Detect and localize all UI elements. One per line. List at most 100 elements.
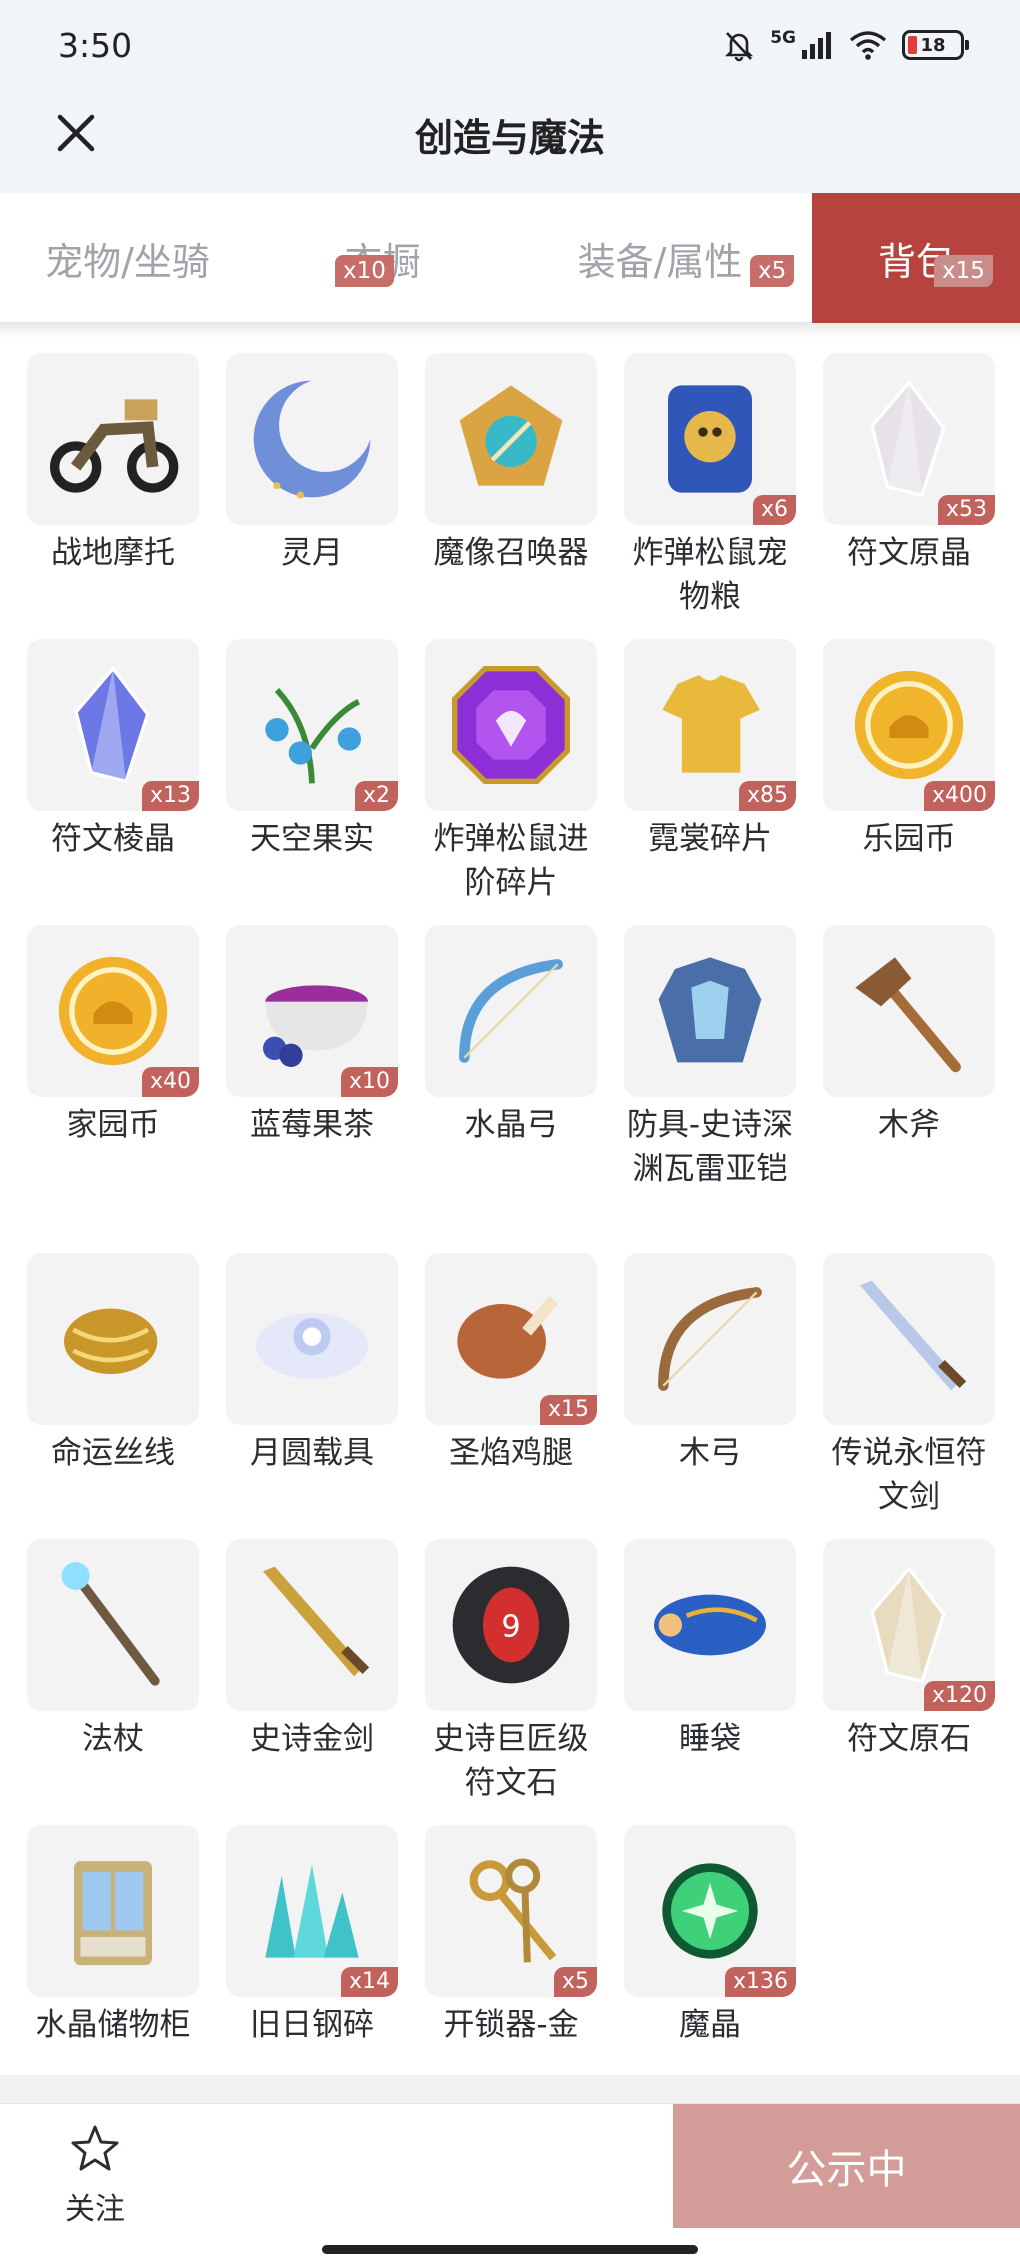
inventory-item[interactable]: 木弓 bbox=[621, 1253, 799, 1475]
sword-icon bbox=[839, 1269, 979, 1409]
item-thumbnail bbox=[27, 1253, 199, 1425]
item-name: 符文棱晶 bbox=[51, 821, 175, 857]
inventory-item[interactable]: x5 开锁器-金 bbox=[422, 1825, 600, 2047]
inventory-item[interactable]: x400 乐园币 bbox=[820, 639, 998, 861]
inventory-item[interactable]: 水晶储物柜 bbox=[24, 1825, 202, 2047]
status-icons: 5G 18 bbox=[722, 28, 969, 62]
ore-icon bbox=[844, 1560, 974, 1690]
footer-divider bbox=[0, 2075, 1020, 2103]
mute-bell-icon bbox=[725, 32, 754, 62]
inventory-item[interactable]: x53 符文原晶 bbox=[820, 353, 998, 575]
inventory-item[interactable]: 月圆载具 bbox=[223, 1253, 401, 1475]
tab-pets-mounts[interactable]: 宠物/坐骑 bbox=[0, 193, 255, 323]
inventory-item[interactable]: 睡袋 bbox=[621, 1539, 799, 1761]
item-name: 魔像召唤器 bbox=[433, 535, 589, 571]
page-title: 创造与魔法 bbox=[414, 116, 605, 160]
item-thumbnail: x136 bbox=[624, 1825, 796, 1997]
wifi-icon bbox=[849, 31, 887, 60]
quantity-badge: x136 bbox=[724, 1967, 796, 1997]
inventory-item[interactable]: 命运丝线 bbox=[24, 1253, 202, 1475]
tab-equipment[interactable]: 装备/属性 x5 bbox=[510, 193, 810, 323]
inventory-item[interactable]: x6 炸弹松鼠宠物粮 bbox=[621, 353, 799, 619]
item-name: 史诗巨匠级符文石 bbox=[433, 1721, 589, 1801]
item-thumbnail: x6 bbox=[624, 353, 796, 525]
quantity-badge: x85 bbox=[738, 781, 796, 811]
quantity-badge: x15 bbox=[539, 1395, 597, 1425]
quantity-badge: x10 bbox=[340, 1067, 398, 1097]
item-name: 旧日钢碎 bbox=[250, 2007, 374, 2043]
tab-wardrobe[interactable]: 衣橱 x10 bbox=[255, 193, 510, 323]
tab-badge: x10 bbox=[335, 255, 394, 287]
tab-badge: x15 bbox=[934, 255, 993, 287]
tab-backpack[interactable]: 背包 x15 bbox=[812, 193, 1020, 323]
follow-label: 关注 bbox=[65, 2192, 125, 2227]
item-grid: 战地摩托 灵月 魔像召唤器 x6 炸弹松鼠宠物粮 x53 符文原晶 x13 符文… bbox=[0, 323, 1020, 2083]
item-thumbnail bbox=[823, 1253, 995, 1425]
item-thumbnail bbox=[425, 639, 597, 811]
inventory-item[interactable]: 灵月 bbox=[223, 353, 401, 575]
item-thumbnail bbox=[624, 1539, 796, 1711]
inventory-item[interactable]: 防具-史诗深渊瓦雷亚铠 bbox=[621, 925, 799, 1191]
inventory-item[interactable]: 水晶弓 bbox=[422, 925, 600, 1147]
item-thumbnail: x5 bbox=[425, 1825, 597, 1997]
drumstick-icon bbox=[441, 1269, 581, 1409]
signal-icon bbox=[802, 32, 831, 59]
tea-icon bbox=[242, 941, 382, 1081]
item-thumbnail: x400 bbox=[823, 639, 995, 811]
inventory-item[interactable]: x10 蓝莓果茶 bbox=[223, 925, 401, 1147]
inventory-item[interactable]: 炸弹松鼠进阶碎片 bbox=[422, 639, 600, 905]
item-thumbnail: x14 bbox=[226, 1825, 398, 1997]
pet-food-bag-icon bbox=[640, 369, 780, 509]
network-label: 5G bbox=[770, 28, 796, 48]
nav-bar: 创造与魔法 bbox=[0, 95, 1020, 193]
quantity-badge: x13 bbox=[141, 781, 199, 811]
status-cta-button[interactable]: 公示中 bbox=[673, 2104, 1020, 2228]
item-name: 天空果实 bbox=[250, 821, 374, 857]
item-name: 水晶储物柜 bbox=[35, 2007, 191, 2043]
item-thumbnail: x40 bbox=[27, 925, 199, 1097]
item-name: 睡袋 bbox=[679, 1721, 741, 1757]
coin-icon bbox=[844, 660, 974, 790]
keys-icon bbox=[441, 1841, 581, 1981]
inventory-item[interactable]: 传说永恒符文剑 bbox=[820, 1253, 998, 1519]
item-name: 蓝莓果茶 bbox=[250, 1107, 374, 1143]
item-name: 乐园币 bbox=[862, 821, 956, 857]
inventory-item[interactable]: 魔像召唤器 bbox=[422, 353, 600, 575]
inventory-item[interactable]: x14 旧日钢碎 bbox=[223, 1825, 401, 2047]
item-thumbnail bbox=[27, 353, 199, 525]
inventory-item[interactable]: 史诗金剑 bbox=[223, 1539, 401, 1761]
sleeping-bag-icon bbox=[640, 1555, 780, 1695]
motorcycle-icon bbox=[38, 369, 188, 509]
inventory-item[interactable]: x136 魔晶 bbox=[621, 1825, 799, 2047]
home-indicator[interactable] bbox=[322, 2245, 698, 2254]
quantity-badge: x53 bbox=[937, 495, 995, 525]
item-name: 霓裳碎片 bbox=[648, 821, 772, 857]
tab-label: 装备/属性 bbox=[577, 239, 743, 284]
item-name: 命运丝线 bbox=[51, 1435, 175, 1471]
inventory-item[interactable]: x120 符文原石 bbox=[820, 1539, 998, 1761]
item-name: 法杖 bbox=[82, 1721, 144, 1757]
orb-icon bbox=[645, 1846, 775, 1976]
quantity-badge: x6 bbox=[752, 495, 796, 525]
inventory-item[interactable]: x40 家园币 bbox=[24, 925, 202, 1147]
item-thumbnail bbox=[425, 925, 597, 1097]
inventory-item[interactable]: 9 史诗巨匠级符文石 bbox=[422, 1539, 600, 1805]
prism-icon bbox=[48, 660, 178, 790]
item-name: 水晶弓 bbox=[464, 1107, 558, 1143]
inventory-item[interactable]: x15 圣焰鸡腿 bbox=[422, 1253, 600, 1475]
sword-icon bbox=[242, 1555, 382, 1695]
item-name: 魔晶 bbox=[679, 2007, 741, 2043]
quantity-badge: x120 bbox=[923, 1681, 995, 1711]
item-thumbnail: x53 bbox=[823, 353, 995, 525]
bow-icon bbox=[441, 941, 581, 1081]
follow-button[interactable]: 关注 bbox=[50, 2122, 140, 2228]
item-name: 月圆载具 bbox=[250, 1435, 374, 1471]
quantity-badge: x5 bbox=[553, 1967, 597, 1997]
inventory-item[interactable]: x2 天空果实 bbox=[223, 639, 401, 861]
inventory-item[interactable]: x85 霓裳碎片 bbox=[621, 639, 799, 861]
inventory-item[interactable]: x13 符文棱晶 bbox=[24, 639, 202, 861]
inventory-item[interactable]: 木斧 bbox=[820, 925, 998, 1147]
inventory-item[interactable]: 法杖 bbox=[24, 1539, 202, 1761]
inventory-item[interactable]: 战地摩托 bbox=[24, 353, 202, 575]
item-thumbnail bbox=[226, 1539, 398, 1711]
